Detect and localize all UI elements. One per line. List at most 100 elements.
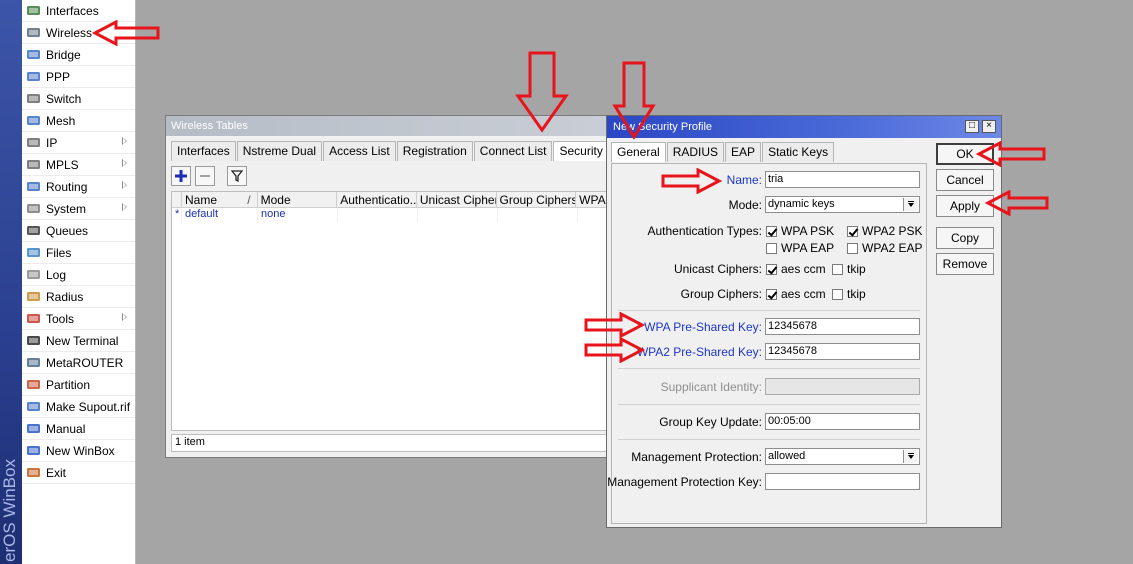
menu-item-routing[interactable]: Routing <box>22 176 135 198</box>
menu-item-label: Routing <box>46 179 88 194</box>
menu-item-mesh[interactable]: Mesh <box>22 110 135 132</box>
wpa-eap-box[interactable] <box>766 242 777 254</box>
name-field[interactable]: tria <box>765 171 920 188</box>
unicast-tkip-box[interactable] <box>832 263 843 275</box>
table-row[interactable]: * default none <box>172 208 606 223</box>
mode-dropdown-icon[interactable] <box>903 198 918 211</box>
group-tkip-box[interactable] <box>832 288 843 300</box>
group-key-update-field[interactable]: 00:05:00 <box>765 413 920 430</box>
menu-item-log[interactable]: Log <box>22 264 135 286</box>
unicast-aes-box[interactable] <box>766 263 777 275</box>
column-unicast-ciphers[interactable]: Unicast Ciphers <box>417 192 497 207</box>
copy-button[interactable]: Copy <box>936 227 994 249</box>
filter-button[interactable] <box>227 166 247 186</box>
wireless-tables-tabs: Interfaces Nstreme Dual Access List Regi… <box>171 141 675 161</box>
tab-radius[interactable]: RADIUS <box>666 142 725 162</box>
tab-nstreme-dual[interactable]: Nstreme Dual <box>236 141 323 161</box>
menu-item-switch[interactable]: Switch <box>22 88 135 110</box>
menu-item-metarouter[interactable]: MetaROUTER <box>22 352 135 374</box>
wpa-psk-box[interactable] <box>766 225 777 237</box>
column-wpa[interactable]: WPA <box>576 192 606 207</box>
tab-general[interactable]: General <box>611 142 666 162</box>
unicast-tkip-checkbox[interactable]: tkip <box>832 262 866 276</box>
menu-item-exit[interactable]: Exit <box>22 462 135 484</box>
separator <box>618 310 920 311</box>
terminal-icon <box>26 334 41 347</box>
column-name[interactable]: Name / <box>182 192 258 207</box>
menu-item-bridge[interactable]: Bridge <box>22 44 135 66</box>
separator <box>618 439 920 440</box>
close-button[interactable]: × <box>982 120 996 133</box>
wpa2-eap-checkbox[interactable]: WPA2 EAP <box>847 241 922 255</box>
menu-item-label: PPP <box>46 69 71 84</box>
mgmt-protection-select[interactable]: allowed <box>765 448 920 465</box>
auth-types-label: Authentication Types: <box>647 224 762 238</box>
group-aes-box[interactable] <box>766 288 777 300</box>
group-tkip-checkbox[interactable]: tkip <box>832 287 866 301</box>
wpa-eap-checkbox[interactable]: WPA EAP <box>766 241 834 255</box>
menu-item-make-supout-rif[interactable]: Make Supout.rif <box>22 396 135 418</box>
mgmt-protection-key-field[interactable] <box>765 473 920 490</box>
menu-item-queues[interactable]: Queues <box>22 220 135 242</box>
menu-item-manual[interactable]: Manual <box>22 418 135 440</box>
menu-item-mpls[interactable]: MPLS <box>22 154 135 176</box>
tab-access-list[interactable]: Access List <box>323 141 396 161</box>
tab-interfaces[interactable]: Interfaces <box>171 141 236 161</box>
menu-item-label: Files <box>46 245 72 260</box>
wpa-psk-checkbox[interactable]: WPA PSK <box>766 224 834 238</box>
partition-icon <box>26 378 41 391</box>
tab-connect-list[interactable]: Connect List <box>473 141 553 161</box>
tab-eap[interactable]: EAP <box>725 142 762 162</box>
menu-item-tools[interactable]: Tools <box>22 308 135 330</box>
column-group-ciphers[interactable]: Group Ciphers <box>497 192 577 207</box>
row-unicast-ciphers <box>418 208 498 223</box>
row-name: default <box>182 208 258 223</box>
mgmt-protection-dropdown-icon[interactable] <box>903 450 918 463</box>
remove-profile-button[interactable]: Remove <box>936 253 994 275</box>
add-button[interactable] <box>171 166 191 186</box>
menu-item-system[interactable]: System <box>22 198 135 220</box>
column-mode[interactable]: Mode <box>258 192 338 207</box>
menu-item-label: Tools <box>46 311 75 326</box>
remove-button[interactable] <box>195 166 215 186</box>
wpa2-psk-box[interactable] <box>847 225 858 237</box>
unicast-aes-label: aes ccm <box>781 262 826 276</box>
menu-item-new-terminal[interactable]: New Terminal <box>22 330 135 352</box>
mgmt-protection-key-label: Management Protection Key: <box>607 475 762 489</box>
submenu-arrow-icon <box>122 159 127 167</box>
status-bar: 1 item <box>171 434 607 452</box>
menu-item-files[interactable]: Files <box>22 242 135 264</box>
column-authentication[interactable]: Authenticatio... <box>337 192 417 207</box>
wpa2-psk-checkbox[interactable]: WPA2 PSK <box>847 224 922 238</box>
dialog-titlebar[interactable]: New Security Profile <box>607 116 1001 138</box>
tab-registration[interactable]: Registration <box>396 141 473 161</box>
cancel-button[interactable]: Cancel <box>936 169 994 191</box>
mode-select[interactable]: dynamic keys <box>765 196 920 213</box>
menu-item-ppp[interactable]: PPP <box>22 66 135 88</box>
group-key-update-label: Group Key Update: <box>659 415 762 429</box>
menu-item-partition[interactable]: Partition <box>22 374 135 396</box>
mode-value: dynamic keys <box>768 198 835 210</box>
menu-item-label: New Terminal <box>46 333 119 348</box>
menu-item-label: Partition <box>46 377 91 392</box>
tab-static-keys[interactable]: Static Keys <box>762 142 835 162</box>
group-aes-checkbox[interactable]: aes ccm <box>766 287 826 301</box>
menu-item-interfaces[interactable]: Interfaces <box>22 0 135 22</box>
menu-item-label: New WinBox <box>46 443 115 458</box>
separator <box>618 368 920 369</box>
supplicant-row: Supplicant Identity: <box>612 378 928 396</box>
unicast-aes-checkbox[interactable]: aes ccm <box>766 262 826 276</box>
maximize-button[interactable]: □ <box>965 120 979 133</box>
wpa-psk-key-field[interactable]: 12345678 <box>765 318 920 335</box>
menu-item-label: Radius <box>46 289 84 304</box>
brand-text: erOS WinBox <box>0 459 19 562</box>
menu-item-label: System <box>46 201 87 216</box>
wpa2-psk-key-field[interactable]: 12345678 <box>765 343 920 360</box>
menu-item-ip[interactable]: IP <box>22 132 135 154</box>
wpa-psk-key-label: WPA Pre-Shared Key: <box>644 320 762 334</box>
menu-item-radius[interactable]: Radius <box>22 286 135 308</box>
annotation-arrow-left <box>976 141 1046 167</box>
wpa2-eap-box[interactable] <box>847 242 858 254</box>
manual-icon <box>26 422 41 435</box>
menu-item-new-winbox[interactable]: New WinBox <box>22 440 135 462</box>
